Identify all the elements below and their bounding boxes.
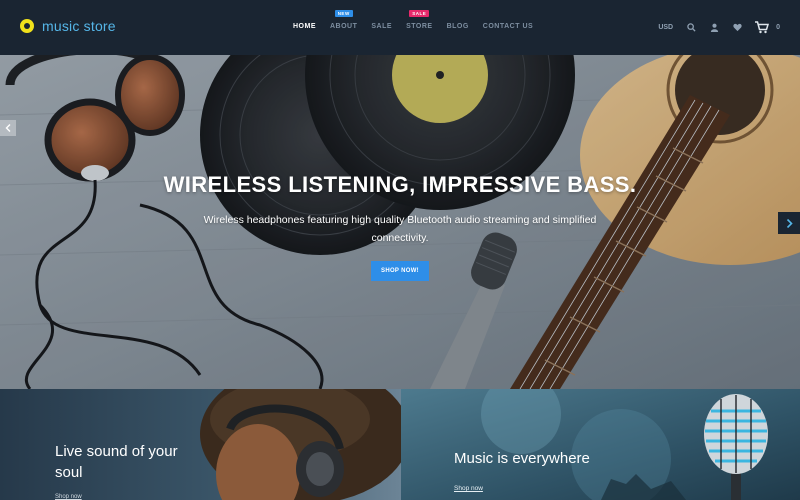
hero-subtitle: Wireless headphones featuring high quali… [203,214,597,244]
chevron-left-icon [5,124,11,132]
nav-about[interactable]: NEW ABOUT [330,10,357,30]
promo-right-shop-link[interactable]: Shop now [454,485,483,492]
new-badge: NEW [334,10,353,17]
hero-title: WIRELESS LISTENING, IMPRESSIVE BASS. [163,172,637,197]
nav-blog[interactable]: BLOG [447,23,469,30]
chevron-right-icon [786,218,793,228]
cart-count: 0 [776,23,780,31]
logo-text: music store [42,18,116,34]
search-icon[interactable] [686,22,696,32]
promo-left-shop-link[interactable]: Shop now [55,494,82,500]
user-icon[interactable] [709,22,719,32]
cart-icon[interactable] [755,20,770,34]
hero-slider: WIRELESS LISTENING, IMPRESSIVE BASS. Wir… [0,55,800,389]
heart-icon[interactable] [732,22,742,32]
promo-banner-live-sound[interactable]: Live sound of your soul Shop now [0,389,401,500]
nav-store[interactable]: SALE STORE [406,10,433,30]
promo-left-title: Live sound of your soul [55,443,178,481]
nav-contact[interactable]: CONTACT US [483,23,533,30]
slider-next-button[interactable] [778,212,800,234]
sale-badge: SALE [409,10,430,17]
promo-right-title: Music is everywhere [454,450,590,467]
promo-microphone-image [401,389,800,500]
currency-selector[interactable]: USD [658,24,673,31]
main-nav: HOME NEW ABOUT SALE SALE STORE BLOG CONT… [293,10,547,30]
shop-now-button[interactable]: SHOP NOW! [371,261,429,281]
logo-mark-icon [20,19,34,33]
promo-banner-music-everywhere[interactable]: Music is everywhere Shop now [401,389,800,500]
slider-prev-button[interactable] [0,120,16,136]
nav-sale[interactable]: SALE [371,23,392,30]
nav-home[interactable]: HOME [293,23,316,30]
logo[interactable]: music store [20,18,116,34]
header-actions: USD 0 [658,20,780,34]
site-header: music store HOME NEW ABOUT SALE SALE STO… [0,0,800,55]
